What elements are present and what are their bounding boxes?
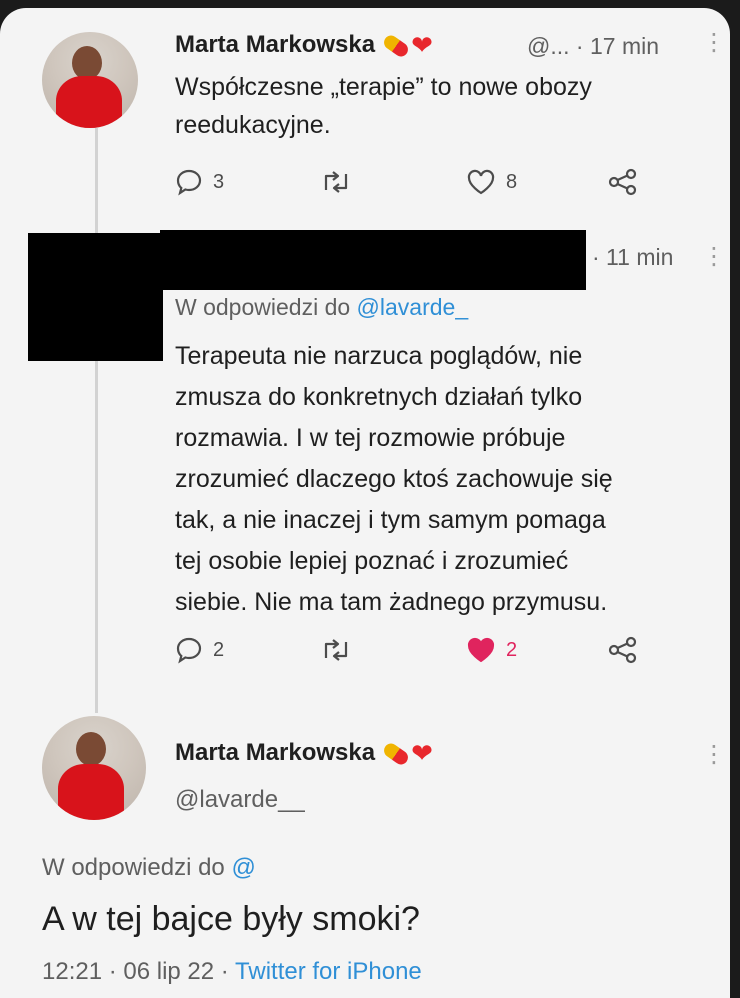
reply-bubble-icon <box>176 169 202 196</box>
tweet2-reply-handle[interactable]: @lavarde_ <box>357 294 469 320</box>
tweet3-author-name[interactable]: Marta Markowska <box>175 739 375 766</box>
tweet1-author[interactable]: Marta Markowska ❤ <box>175 30 433 61</box>
tweet3-time[interactable]: 12:21 · 06 lip 22 · <box>42 958 235 985</box>
tweet1-meta: @... · 17 min <box>527 33 659 60</box>
tweet3-text: A w tej bajce były smoki? <box>42 900 420 938</box>
tweet2-text-line: siebie. Nie ma tam żadnego przymusu. <box>175 588 608 616</box>
share-icon <box>608 636 637 664</box>
tweet1-handle[interactable]: @... <box>527 33 570 59</box>
tweet2-text-line: zrozumieć dlaczego ktoś zachowuje się <box>175 465 613 493</box>
more-vertical-icon[interactable]: ⋮ <box>702 242 726 271</box>
tweet1-text: Współczesne „terapie” to nowe obozy reed… <box>175 68 592 144</box>
tweet2-time[interactable]: · 11 min <box>592 244 673 271</box>
tweet2-reply-context: W odpowiedzi do @lavarde_ <box>175 294 468 321</box>
tweet1-text-line: reedukacyjne. <box>175 111 331 139</box>
tweet3-timestamp: 12:21 · 06 lip 22 · Twitter for iPhone <box>42 958 422 986</box>
reply-bubble-icon <box>176 637 202 664</box>
tweet1-like-button[interactable]: 8 <box>466 168 517 196</box>
tweet1-share-button[interactable] <box>607 168 639 196</box>
tweet2-share-button[interactable] <box>607 636 639 664</box>
tweet2-reply-prefix: W odpowiedzi do <box>175 294 357 320</box>
tweet2-text-line: Terapeuta nie narzuca poglądów, nie <box>175 342 583 370</box>
more-vertical-icon[interactable]: ⋮ <box>702 28 726 57</box>
thread-line <box>95 128 98 713</box>
share-icon <box>608 168 637 196</box>
avatar-marta-2[interactable] <box>42 716 146 820</box>
redacted-avatar <box>28 233 163 361</box>
tweet3-reply-handle[interactable]: @ <box>231 854 255 881</box>
retweet-icon <box>324 639 348 661</box>
tweet2-text: Terapeuta nie narzuca poglądów, nie zmus… <box>175 336 613 623</box>
tweet2-text-line: tej osobie lepiej poznać i zrozumieć <box>175 547 569 575</box>
heart-filled-icon <box>467 637 495 663</box>
tweet1-reply-count: 3 <box>213 170 225 193</box>
tweet2-reply-button[interactable]: 2 <box>175 636 224 664</box>
pill-emoji-icon <box>381 740 411 767</box>
red-heart-emoji-icon: ❤ <box>411 30 433 60</box>
tweet1-time[interactable]: · 17 min <box>576 33 659 59</box>
avatar-marta-1[interactable] <box>42 32 138 128</box>
retweet-icon <box>324 171 348 193</box>
tweet2-text-line: zmusza do konkretnych działań tylko <box>175 383 583 411</box>
redacted-name <box>160 230 586 290</box>
tweet3-handle[interactable]: @lavarde__ <box>175 786 305 814</box>
tweet1-author-name[interactable]: Marta Markowska <box>175 31 375 58</box>
more-vertical-icon[interactable]: ⋮ <box>702 740 726 769</box>
red-heart-emoji-icon: ❤ <box>411 738 433 768</box>
tweet3-reply-prefix: W odpowiedzi do <box>42 854 232 881</box>
tweet2-like-button[interactable]: 2 <box>466 636 517 664</box>
tweet3-reply-context: W odpowiedzi do @ <box>42 854 256 882</box>
tweet1-like-count: 8 <box>506 170 518 193</box>
tweet2-like-count: 2 <box>506 638 518 661</box>
tweet1-reply-button[interactable]: 3 <box>175 168 224 196</box>
tweet-thread-card: Marta Markowska ❤ @... · 17 min ⋮ Współcz… <box>0 8 730 998</box>
tweet3-author[interactable]: Marta Markowska ❤ <box>175 738 433 769</box>
tweet2-reply-count: 2 <box>213 638 225 661</box>
pill-emoji-icon <box>381 32 411 59</box>
tweet1-text-line: Współczesne „terapie” to nowe obozy <box>175 73 592 101</box>
tweet3-source[interactable]: Twitter for iPhone <box>235 958 422 985</box>
tweet2-text-line: rozmawia. I w tej rozmowie próbuje <box>175 424 566 452</box>
tweet1-retweet-button[interactable] <box>318 168 354 196</box>
heart-icon <box>467 169 495 195</box>
tweet2-retweet-button[interactable] <box>318 636 354 664</box>
tweet2-text-line: tak, a nie inaczej i tym samym pomaga <box>175 506 606 534</box>
